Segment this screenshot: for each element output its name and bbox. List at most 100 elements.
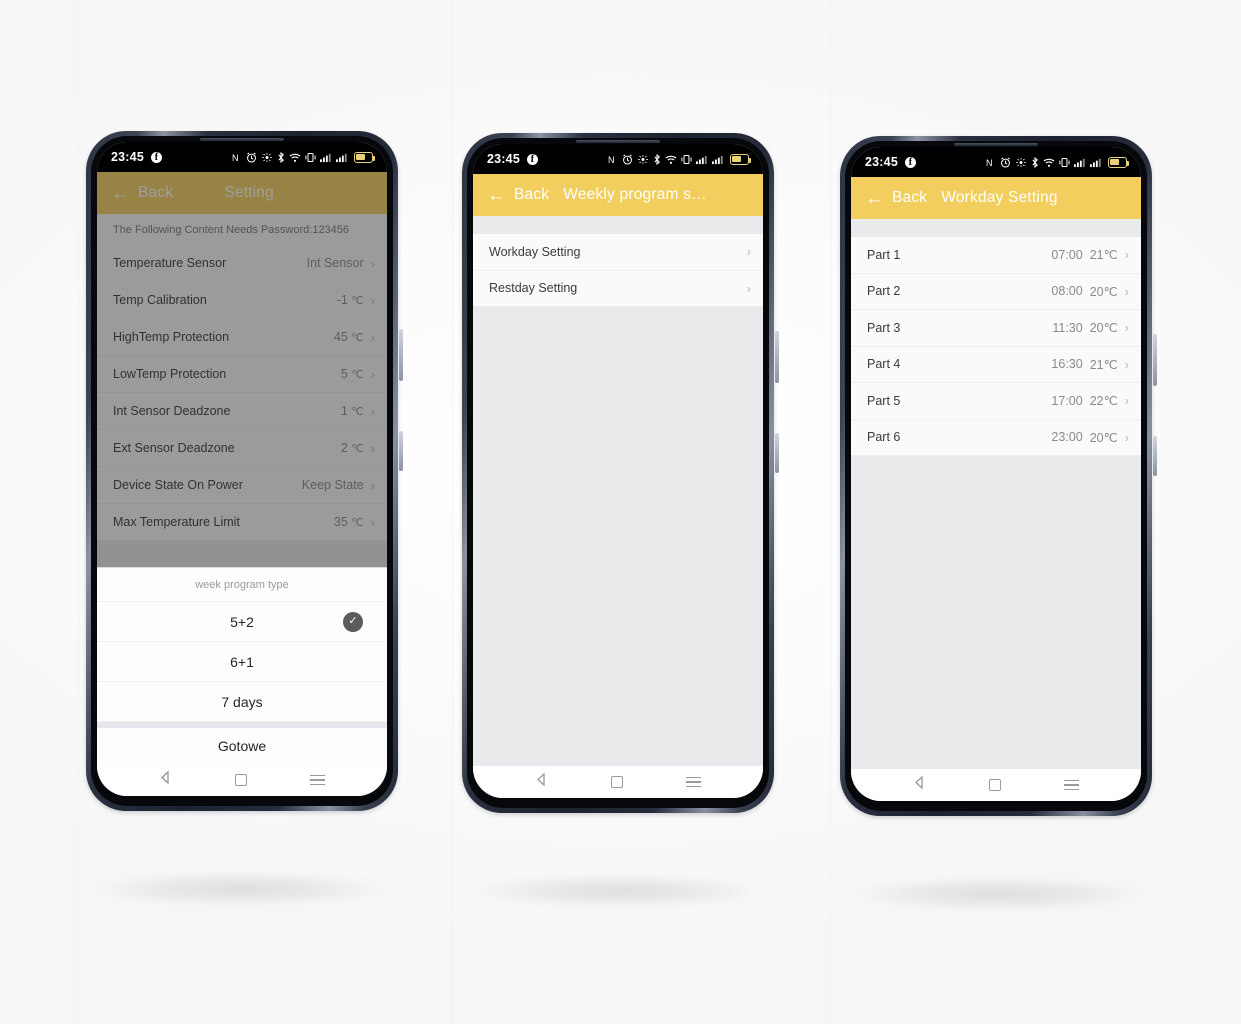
sheet-option-6plus1[interactable]: 6+1 [97,642,387,682]
row-time: 07:00 [1051,247,1083,262]
chevron-right-icon: › [370,292,375,308]
volume-button[interactable] [399,431,403,471]
bluetooth-icon [1031,156,1039,168]
row-time: 17:00 [1051,393,1083,408]
wifi-icon [289,152,301,163]
nav-home-icon[interactable] [610,776,623,788]
back-button-label[interactable]: Back [892,189,927,207]
list-item[interactable]: Workday Setting › [473,234,763,271]
nav-back-icon[interactable] [913,775,926,794]
signal-2-icon [1090,157,1102,168]
chevron-right-icon: › [370,514,375,530]
table-row[interactable]: Part 4 16:30 21℃ › [851,347,1141,383]
row-label: Temperature Sensor [113,256,227,270]
chevron-right-icon: › [1124,247,1129,263]
svg-text:N: N [608,155,615,165]
phone-bezel: 23:45 f N [91,136,393,806]
chevron-right-icon: › [1124,356,1129,372]
table-row[interactable]: Part 2 08:00 20℃ › [851,274,1141,310]
table-row[interactable]: Int Sensor Deadzone 1 ℃ › [97,393,387,430]
back-arrow-icon[interactable]: ← [487,186,506,205]
chevron-right-icon: › [370,477,375,493]
back-button-label[interactable]: Back [514,186,549,204]
table-row[interactable]: Part 5 17:00 22℃ › [851,383,1141,420]
chevron-right-icon: › [370,255,375,271]
power-button[interactable] [399,329,403,381]
status-bar-right: N [986,156,1129,168]
volume-button[interactable] [775,433,779,473]
chevron-right-icon: › [1124,393,1129,409]
back-arrow-icon[interactable]: ← [865,189,884,208]
status-bar: 23:45 f N [97,142,387,172]
back-arrow-icon[interactable]: ← [111,184,130,203]
done-button[interactable]: Gotowe [97,728,387,764]
screenshot-stage: 23:45 f N ← Back Setting The Following C… [0,0,1241,1024]
nav-recents-icon[interactable] [1064,777,1080,793]
top-spacer [851,219,1141,237]
row-label: Part 3 [867,320,901,335]
row-value: 35 ℃ [333,515,364,529]
nfc-icon: N [232,152,242,163]
table-row[interactable]: Part 1 07:00 21℃ › [851,237,1141,274]
list-item[interactable]: Restday Setting › [473,271,763,307]
nav-recents-icon[interactable] [686,774,702,790]
sheet-option-5plus2[interactable]: 5+2 ✓ [97,602,387,642]
password-note: The Following Content Needs Password:123… [97,214,387,245]
empty-area [851,456,1141,769]
chevron-right-icon: › [746,244,751,260]
status-bar: 23:45 f N [851,147,1141,177]
nav-back-icon[interactable] [159,770,172,789]
svg-text:N: N [232,153,239,163]
vibrate-icon [681,154,692,165]
power-button[interactable] [775,331,779,383]
row-value: 1 ℃ [340,404,364,418]
phone-screen: 23:45 f N [97,142,387,796]
nav-home-icon[interactable] [988,779,1001,791]
row-label: Ext Sensor Deadzone [113,441,235,455]
table-row[interactable]: HighTemp Protection 45 ℃ › [97,319,387,356]
row-time: 11:30 [1052,320,1083,335]
row-label: Workday Setting [489,244,581,259]
table-row[interactable]: LowTemp Protection 5 ℃ › [97,356,387,393]
row-value: 2 ℃ [340,441,364,455]
location-icon [1015,157,1027,168]
phone-shadow [96,872,388,906]
back-button-label[interactable]: Back [138,184,173,202]
wifi-icon [665,154,677,165]
status-clock: 23:45 [487,152,520,166]
status-bar-left: 23:45 f [111,150,162,164]
table-row[interactable]: Part 6 23:00 20℃ › [851,420,1141,456]
volume-button[interactable] [1153,436,1157,476]
sheet-title: week program type [97,568,387,602]
table-row[interactable]: Temperature Sensor Int Sensor › [97,245,387,282]
location-icon [261,152,273,163]
table-row[interactable]: Max Temperature Limit 35 ℃ › [97,504,387,541]
nav-back-icon[interactable] [535,772,548,791]
status-clock: 23:45 [111,150,144,164]
phone-bezel: 23:45 f N [845,141,1147,811]
table-row[interactable]: Part 3 11:30 20℃ › [851,310,1141,347]
earpiece-speaker [200,138,284,141]
location-icon [637,154,649,165]
signal-1-icon [696,154,708,165]
app-bar: ← Back Setting [97,172,387,214]
sheet-option-7days[interactable]: 7 days [97,682,387,722]
table-row[interactable]: Temp Calibration -1 ℃ › [97,282,387,319]
row-label: Part 1 [867,247,901,262]
row-time: 23:00 [1051,430,1083,445]
phone-bezel: 23:45 f N [467,138,769,808]
power-button[interactable] [1153,334,1157,386]
table-row[interactable]: Device State On Power Keep State › [97,467,387,504]
phone-settings: 23:45 f N ← Back Setting The Following C… [86,131,403,811]
facebook-badge-icon: f [526,153,538,165]
sheet-option-label: 7 days [221,693,263,710]
table-row[interactable]: Ext Sensor Deadzone 2 ℃ › [97,430,387,467]
row-label: Part 4 [867,357,901,372]
nav-home-icon[interactable] [234,774,247,786]
row-temperature: 20℃ [1089,284,1118,299]
row-value: Keep State [301,478,364,492]
row-temperature: 22℃ [1089,394,1118,409]
phone-workday-setting: 23:45 f N ← Back Workday Setting Part 1 … [840,136,1157,816]
chevron-right-icon: › [370,366,375,382]
nav-recents-icon[interactable] [310,772,326,788]
